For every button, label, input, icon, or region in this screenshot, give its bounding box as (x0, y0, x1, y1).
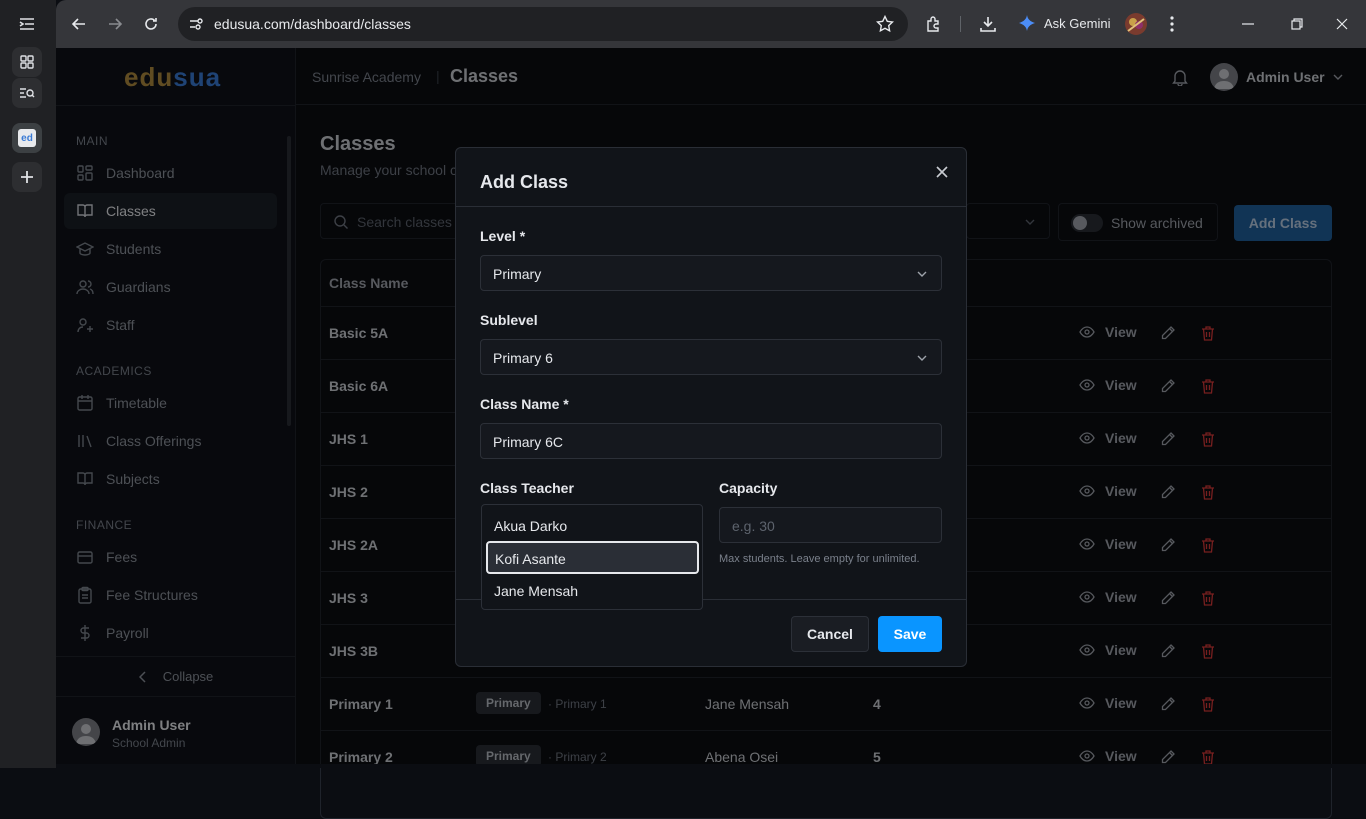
ask-gemini-button[interactable]: Ask Gemini (1018, 14, 1110, 32)
new-tab-icon[interactable] (12, 162, 42, 192)
app-root: edusua MAIN Dashboard Classes Students G… (56, 48, 1366, 819)
level-label: Level * (480, 228, 526, 244)
close-icon[interactable] (936, 166, 948, 178)
capacity-input[interactable]: e.g. 30 (719, 507, 942, 543)
level-value: Primary (493, 266, 542, 282)
browser-toolbar: edusua.com/dashboard/classes Ask Gemini (56, 0, 1366, 48)
edusua-tab-favicon[interactable]: ed (12, 123, 42, 153)
back-icon[interactable] (67, 12, 91, 36)
extensions-icon[interactable] (922, 12, 946, 36)
browser-vertical-tabs: ed (0, 0, 56, 768)
capacity-placeholder: e.g. 30 (732, 518, 775, 534)
url-text: edusua.com/dashboard/classes (214, 16, 411, 32)
capacity-label: Capacity (719, 480, 778, 496)
tab-groups-icon[interactable] (12, 47, 42, 77)
class-teacher-dropdown: Akua Darko Kofi Asante Jane Mensah (481, 504, 703, 610)
minimize-window-icon[interactable] (1236, 12, 1260, 36)
teacher-option-highlighted[interactable]: Kofi Asante (486, 541, 699, 574)
class-name-input[interactable]: Primary 6C (480, 423, 942, 459)
profile-avatar[interactable] (1125, 13, 1147, 35)
chevron-down-icon (917, 355, 927, 361)
address-bar[interactable]: edusua.com/dashboard/classes (178, 7, 908, 41)
tab-search-icon[interactable] (12, 78, 42, 108)
reload-icon[interactable] (139, 12, 163, 36)
forward-icon[interactable] (103, 12, 127, 36)
class-name-label: Class Name * (480, 396, 569, 412)
dialog-header-divider (456, 206, 966, 207)
sublevel-value: Primary 6 (493, 350, 553, 366)
toolbar-divider (960, 16, 961, 32)
bookmark-star-icon[interactable] (876, 15, 894, 33)
close-window-icon[interactable] (1330, 12, 1354, 36)
sublevel-select[interactable]: Primary 6 (480, 339, 942, 375)
class-teacher-label: Class Teacher (480, 480, 574, 496)
dialog-title: Add Class (480, 172, 569, 192)
bottom-edge (56, 764, 1366, 768)
capacity-help-text: Max students. Leave empty for unlimited. (719, 553, 920, 565)
add-class-dialog: Add Class Level * Primary Sublevel Prima… (455, 147, 967, 667)
cancel-button[interactable]: Cancel (791, 616, 869, 652)
class-name-value: Primary 6C (493, 434, 564, 450)
browser-menu-icon[interactable] (1160, 12, 1184, 36)
level-select[interactable]: Primary (480, 255, 942, 291)
teacher-option[interactable]: Jane Mensah (486, 575, 698, 607)
downloads-icon[interactable] (976, 12, 1000, 36)
teacher-option[interactable]: Akua Darko (486, 509, 698, 541)
save-button[interactable]: Save (878, 616, 942, 652)
chevron-down-icon (917, 271, 927, 277)
collapse-tabs-icon[interactable] (12, 9, 42, 39)
ask-gemini-label: Ask Gemini (1044, 15, 1111, 31)
gemini-icon (1019, 15, 1035, 31)
site-info-icon[interactable] (188, 16, 204, 32)
sublevel-label: Sublevel (480, 312, 538, 328)
restore-window-icon[interactable] (1285, 12, 1309, 36)
